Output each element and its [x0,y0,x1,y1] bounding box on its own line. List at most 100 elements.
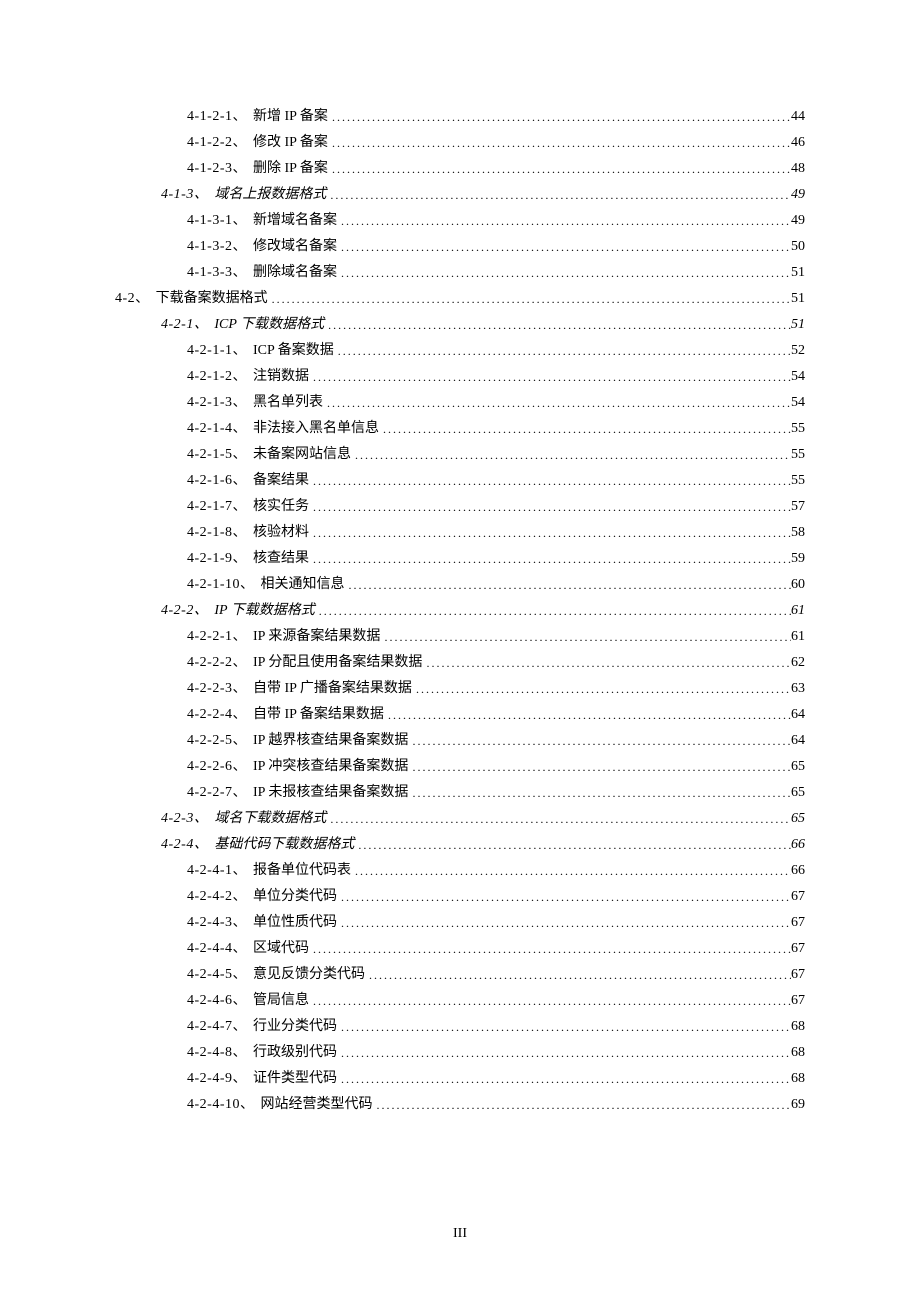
toc-leader [324,319,791,331]
page-footer: III [0,1226,920,1242]
toc-entry: 4-1-2-1、新增 IP 备案44 [115,110,805,124]
toc-entry: 4-2-2-6、IP 冲突核查结果备案数据65 [115,760,805,774]
toc-page: 67 [791,994,805,1008]
toc-entry: 4-2-1-1、ICP 备案数据52 [115,344,805,358]
toc-title: 核验材料 [247,526,309,540]
toc-leader [408,787,791,799]
toc-title: IP 越界核查结果备案数据 [247,734,408,748]
toc-entry: 4-2-1-6、备案结果55 [115,474,805,488]
toc-number: 4-2-1-8、 [187,526,247,540]
toc-title: 域名下载数据格式 [208,812,326,826]
toc-leader [309,475,791,487]
toc-entry: 4-2-2-7、IP 未报核查结果备案数据65 [115,786,805,800]
toc-number: 4-2-3、 [161,812,208,826]
toc-title: 证件类型代码 [247,1072,337,1086]
toc-leader [309,553,791,565]
toc-leader [337,891,791,903]
toc-title: IP 分配且使用备案结果数据 [247,656,422,670]
toc-entry: 4-2-4-8、行政级别代码68 [115,1046,805,1060]
toc-leader [337,917,791,929]
toc-leader [345,579,792,591]
toc-entry: 4-2-4-6、管局信息 67 [115,994,805,1008]
toc-entry: 4-2-1、ICP 下载数据格式51 [115,318,805,332]
toc-page: 60 [791,578,805,592]
toc-leader [337,267,791,279]
toc-number: 4-2-2-3、 [187,682,247,696]
toc-page: 51 [791,318,805,332]
toc-leader [326,189,791,201]
toc-title: 自带 IP 广播备案结果数据 [247,682,412,696]
toc-entry: 4-1-3-2、修改域名备案50 [115,240,805,254]
toc-leader [328,137,791,149]
toc-title: 单位分类代码 [247,890,337,904]
toc-title: 新增域名备案 [247,214,337,228]
toc-leader [408,735,791,747]
toc-number: 4-2-2-1、 [187,630,247,644]
toc-page: 49 [791,188,805,202]
toc-title: IP 冲突核查结果备案数据 [247,760,408,774]
toc-title: 域名上报数据格式 [208,188,326,202]
toc-title: IP 下载数据格式 [208,604,314,618]
toc-entry: 4-1-3-1、新增域名备案49 [115,214,805,228]
toc-page: 58 [791,526,805,540]
toc-number: 4-2-4-6、 [187,994,247,1008]
toc-entry: 4-2-4-4、区域代码67 [115,942,805,956]
toc-title: 非法接入黑名单信息 [247,422,379,436]
toc-leader [422,657,791,669]
toc-number: 4-2-1、 [161,318,208,332]
toc-page: 67 [791,916,805,930]
toc-entry: 4-2-1-8、核验材料 58 [115,526,805,540]
toc-page: 50 [791,240,805,254]
document-page: 4-1-2-1、新增 IP 备案444-1-2-2、修改 IP 备案464-1-… [0,0,920,1302]
toc-number: 4-1-2-1、 [187,110,247,124]
toc-entry: 4-1-2-3、删除 IP 备案48 [115,162,805,176]
toc-number: 4-1-3、 [161,188,208,202]
toc-entry: 4-2-1-4、非法接入黑名单信息55 [115,422,805,436]
toc-leader [337,241,791,253]
toc-title: 下载备案数据格式 [150,292,268,306]
toc-title: 网站经营类型代码 [255,1098,373,1112]
toc-leader [365,969,791,981]
toc-entry: 4-2-4-3、单位性质代码67 [115,916,805,930]
toc-page: 62 [791,656,805,670]
toc-page: 68 [791,1072,805,1086]
toc-leader [337,1047,791,1059]
toc-entry: 4-2-4-9、证件类型代码68 [115,1072,805,1086]
toc-page: 44 [791,110,805,124]
toc-title: IP 来源备案结果数据 [247,630,380,644]
toc-leader [268,293,791,305]
toc-title: 意见反馈分类代码 [247,968,365,982]
toc-title: 管局信息 [247,994,309,1008]
toc-entry: 4-2-2-3、自带 IP 广播备案结果数据63 [115,682,805,696]
toc-page: 61 [791,604,805,618]
toc-title: 核查结果 [247,552,309,566]
toc-entry: 4-1-2-2、修改 IP 备案46 [115,136,805,150]
toc-page: 66 [791,864,805,878]
toc-page: 65 [791,760,805,774]
toc-title: 核实任务 [247,500,309,514]
toc-page: 65 [791,812,805,826]
toc-leader [337,215,791,227]
toc-title: 报备单位代码表 [247,864,351,878]
toc-number: 4-1-2-2、 [187,136,247,150]
toc-leader [309,527,791,539]
toc-title: ICP 备案数据 [247,344,334,358]
toc-entry: 4-2-4-1、报备单位代码表66 [115,864,805,878]
toc-title: 自带 IP 备案结果数据 [247,708,384,722]
toc-page: 51 [791,292,805,306]
toc-page: 69 [791,1098,805,1112]
toc-entry: 4-2-4-7、行业分类代码68 [115,1020,805,1034]
toc-title: 修改域名备案 [247,240,337,254]
toc-title: 未备案网站信息 [247,448,351,462]
toc-number: 4-2、 [115,292,150,306]
toc-page: 55 [791,474,805,488]
toc-page: 61 [791,630,805,644]
toc-number: 4-2-1-7、 [187,500,247,514]
toc-number: 4-2-4-2、 [187,890,247,904]
toc-page: 46 [791,136,805,150]
toc-title: 区域代码 [247,942,309,956]
toc-page: 68 [791,1020,805,1034]
toc-title: 行业分类代码 [247,1020,337,1034]
toc-leader [326,813,791,825]
toc-number: 4-2-2-4、 [187,708,247,722]
